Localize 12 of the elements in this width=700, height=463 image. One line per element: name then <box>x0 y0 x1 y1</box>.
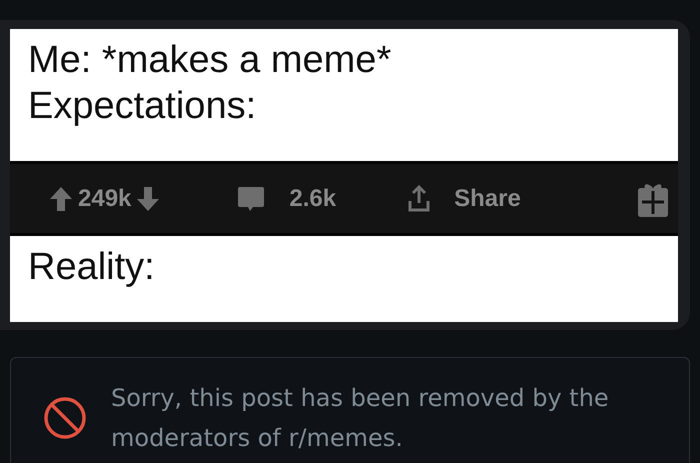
upvote-arrow-icon <box>50 186 72 210</box>
share-upload-icon <box>408 184 430 212</box>
downvote-arrow-icon <box>137 186 160 210</box>
removed-message: Sorry, this post has been removed by the moderators of r/memes. <box>111 383 610 454</box>
meme-caption: Me: *makes a meme* <box>28 38 392 83</box>
upvote-count: 249k <box>78 184 132 212</box>
meme-caption: Reality: <box>28 245 155 290</box>
prohibited-icon <box>43 396 87 440</box>
share-button[interactable]: Share <box>454 184 521 212</box>
comment-bubble-icon <box>237 184 266 212</box>
comment-count: 2.6k <box>289 184 336 212</box>
meme-caption: Expectations: <box>28 84 256 129</box>
